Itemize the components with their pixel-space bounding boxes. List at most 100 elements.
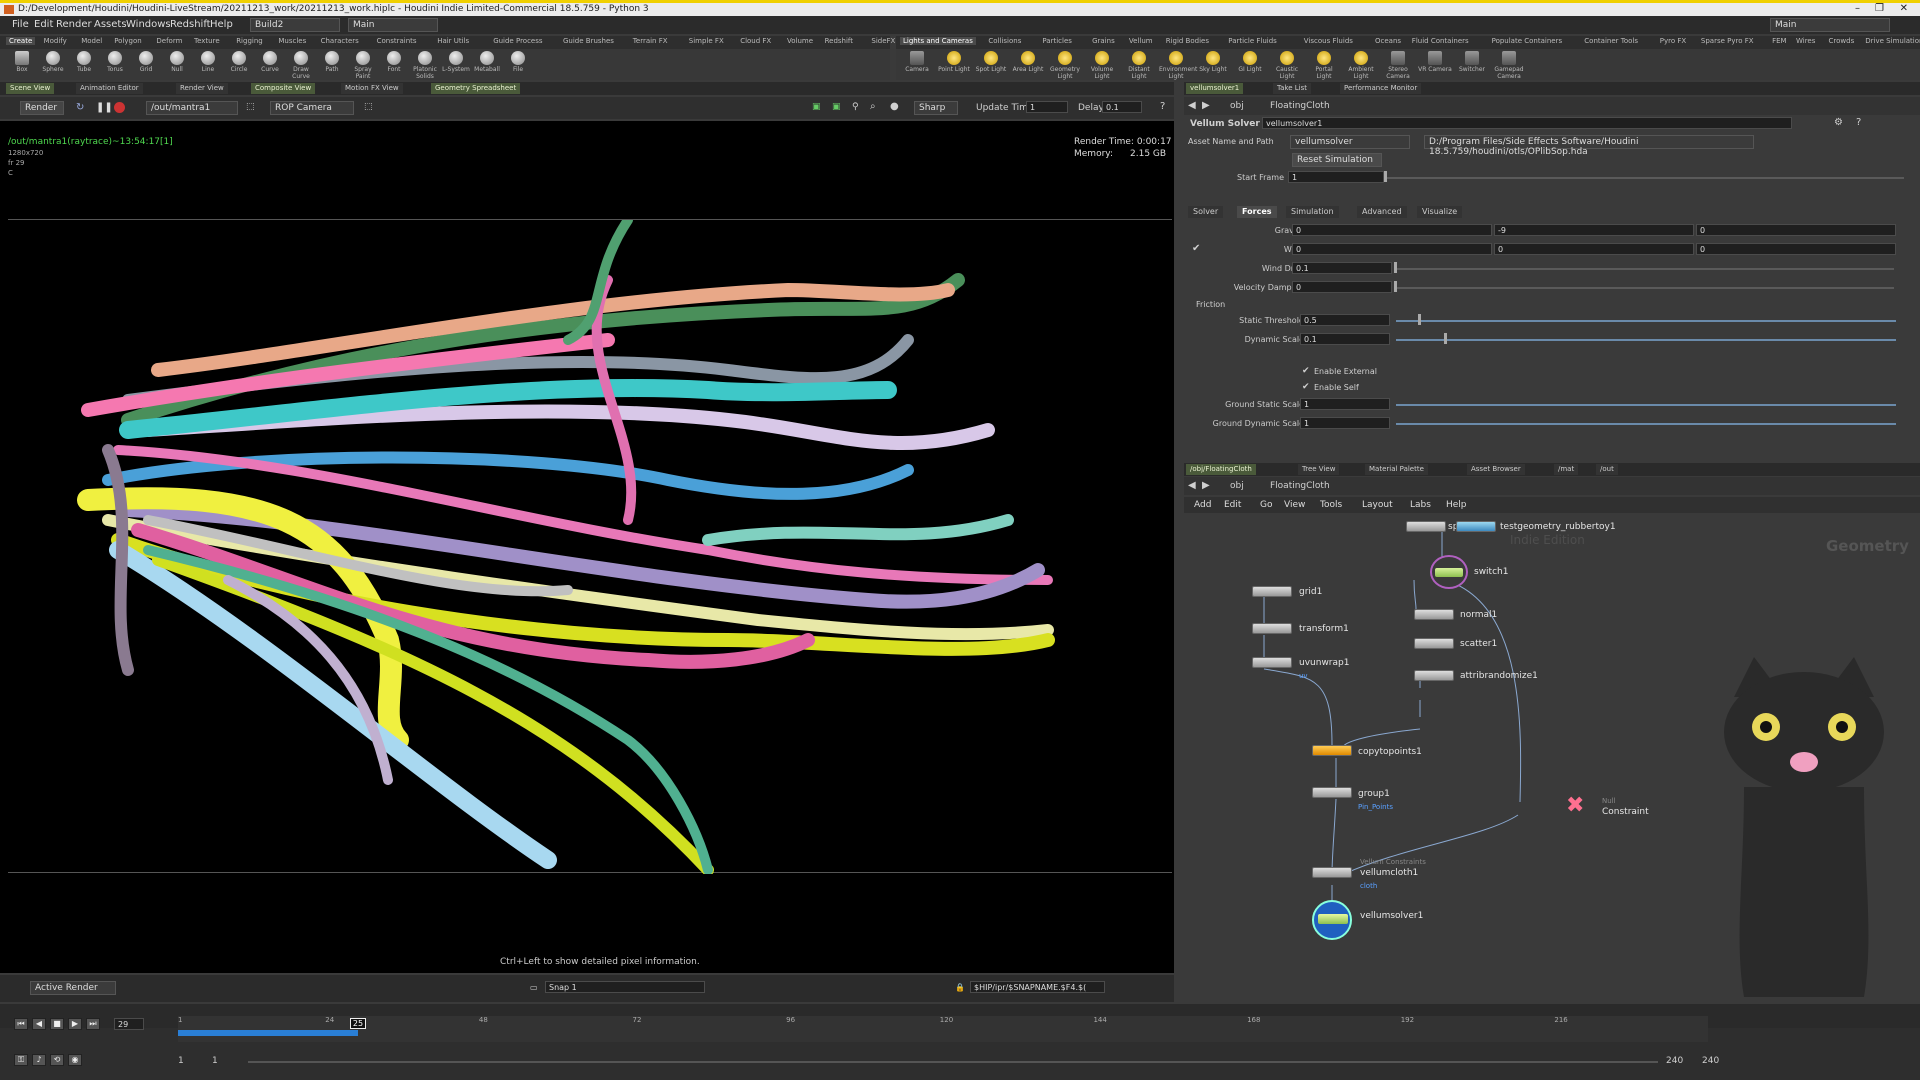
rubbertoy-node[interactable] [1456,521,1496,532]
range-end2[interactable]: 240 [1702,1056,1719,1066]
shelf-tab[interactable]: Volume [787,37,813,45]
shelf-tool[interactable]: Curve [256,50,284,73]
shelf-tab[interactable]: Modify [44,37,67,45]
current-frame-field[interactable]: 29 [114,1018,144,1030]
jump-end-icon[interactable]: ⏭ [86,1018,100,1030]
shelf-tab[interactable]: Rigid Bodies [1166,37,1209,45]
stop-icon[interactable] [114,102,125,113]
step-back-icon[interactable]: ◀ [32,1018,46,1030]
update-time-field[interactable]: 1 [1026,101,1068,113]
wind-y-field[interactable]: 0 [1494,243,1694,255]
gravity-x-field[interactable]: 0 [1292,224,1492,236]
shelf-tool[interactable]: Stereo Camera [1381,50,1415,80]
shelf-tab[interactable]: Wires [1796,37,1815,45]
path-node[interactable]: FloatingCloth [1270,101,1330,111]
shelf-tool[interactable]: File [504,50,532,73]
shelf-tab[interactable]: Sparse Pyro FX [1701,37,1754,45]
shelf-tool[interactable]: Sphere [39,50,67,73]
parm-subtab[interactable]: Forces [1237,206,1277,218]
range-end[interactable]: 240 [1666,1056,1683,1066]
shelf-tool[interactable]: Spot Light [974,50,1008,73]
vellumsolver-node-ring[interactable] [1312,900,1352,940]
wind-drag-field[interactable]: 0.1 [1292,262,1392,274]
shelf-tab[interactable]: Guide Process [493,37,542,45]
range-start2[interactable]: 1 [212,1056,218,1066]
ground-dynamic-field[interactable]: 1 [1300,417,1390,429]
group-node[interactable] [1312,787,1352,798]
gravity-y-field[interactable]: -9 [1494,224,1694,236]
shelf-tool[interactable]: Environment Light [1159,50,1197,80]
shelf-tab[interactable]: Redshift [825,37,853,45]
shelf-tab[interactable]: Grains [1092,37,1115,45]
shelf-tab[interactable]: Muscles [278,37,306,45]
key-icon[interactable]: ⚿ [14,1054,28,1066]
desktop-build-select[interactable]: Build2 [250,18,340,32]
shelf-tab[interactable]: Drive Simulation [1865,37,1920,45]
velocity-damping-knob[interactable] [1394,281,1397,292]
enable-external-check-icon[interactable]: ✔ [1302,366,1310,376]
shelf-tab[interactable]: Texture [194,37,220,45]
gravity-z-field[interactable]: 0 [1696,224,1896,236]
rop-path-select[interactable]: /out/mantra1 [146,101,238,115]
shelf-tab[interactable]: Deform [156,37,182,45]
constraint-null-node[interactable]: ✖ [1566,795,1584,817]
sphere-node[interactable] [1406,521,1446,532]
snap-field[interactable]: Snap 1 [545,981,705,993]
shelf-tool[interactable]: Geometry Light [1048,50,1082,80]
render-button[interactable]: Render [20,101,64,115]
pin-icon[interactable]: ⚲ [852,102,859,112]
tool-icon[interactable]: ▣ [832,102,841,112]
shelf-tab[interactable]: Model [81,37,102,45]
shelf-tool[interactable]: Path [318,50,346,73]
shelf-tool[interactable]: Metaball [473,50,501,73]
shelf-tool[interactable]: Volume Light [1085,50,1119,80]
viewport-tab[interactable]: Motion FX View [341,83,403,94]
menu-edit[interactable]: Edit [34,19,53,30]
lock-icon[interactable]: ▣ [812,102,821,112]
shelf-tab[interactable]: Cloud FX [740,37,771,45]
shelf-tool[interactable]: Switcher [1455,50,1489,73]
menu-windows[interactable]: Windows [126,19,171,30]
active-render-select[interactable]: Active Render [30,981,116,995]
playhead[interactable]: 25 [350,1018,366,1029]
forward-icon[interactable]: ▶ [1202,100,1210,111]
menu-assets[interactable]: Assets [94,19,127,30]
switch-node[interactable] [1435,568,1463,577]
right-desktop-select[interactable]: Main [1770,18,1890,32]
shelf-tool[interactable]: Null [163,50,191,73]
realtime-icon[interactable]: ◉ [68,1054,82,1066]
shelf-tool[interactable]: Circle [225,50,253,73]
shelf-tab[interactable]: Hair Utils [437,37,469,45]
network-tab[interactable]: /out [1596,464,1618,475]
loop-icon[interactable]: ⟲ [50,1054,64,1066]
viewport-tab[interactable]: Render View [176,83,228,94]
parm-subtab[interactable]: Visualize [1417,206,1463,218]
snapshot-icon[interactable]: ▭ [530,983,538,992]
transform-node[interactable] [1252,623,1292,634]
shelf-tool[interactable]: Draw Curve [287,50,315,80]
shelf-tab[interactable]: Fluid Containers [1412,37,1469,45]
help-icon[interactable]: ? [1160,101,1165,112]
pick-icon[interactable]: ⬚ [246,102,255,112]
shelf-tab[interactable]: Polygon [114,37,142,45]
shelf-tab[interactable]: Particles [1042,37,1072,45]
shelf-tab[interactable]: Terrain FX [633,37,668,45]
param-tab[interactable]: vellumsolver1 [1186,83,1244,94]
network-tab[interactable]: Asset Browser [1467,464,1525,475]
shelf-tab[interactable]: Oceans [1375,37,1401,45]
shelf-tab[interactable]: FEM [1772,37,1787,45]
shelf-tool[interactable]: Spray Paint [349,50,377,80]
parm-subtab[interactable]: Advanced [1357,206,1407,218]
network-tab[interactable]: Material Palette [1365,464,1428,475]
shelf-tool[interactable]: Box [8,50,36,73]
menu-help[interactable]: Help [210,19,233,30]
grid-node[interactable] [1252,586,1292,597]
audio-icon[interactable]: ♪ [32,1054,46,1066]
dynamic-scale-field[interactable]: 0.1 [1300,333,1390,345]
stop-play-icon[interactable]: ■ [50,1018,64,1030]
parm-subtab[interactable]: Simulation [1286,206,1339,218]
reset-simulation-button[interactable]: Reset Simulation [1292,153,1382,167]
shelf-tab[interactable]: Characters [321,37,359,45]
vellumsolver-node[interactable] [1318,914,1348,924]
shelf-tab[interactable]: Simple FX [689,37,724,45]
